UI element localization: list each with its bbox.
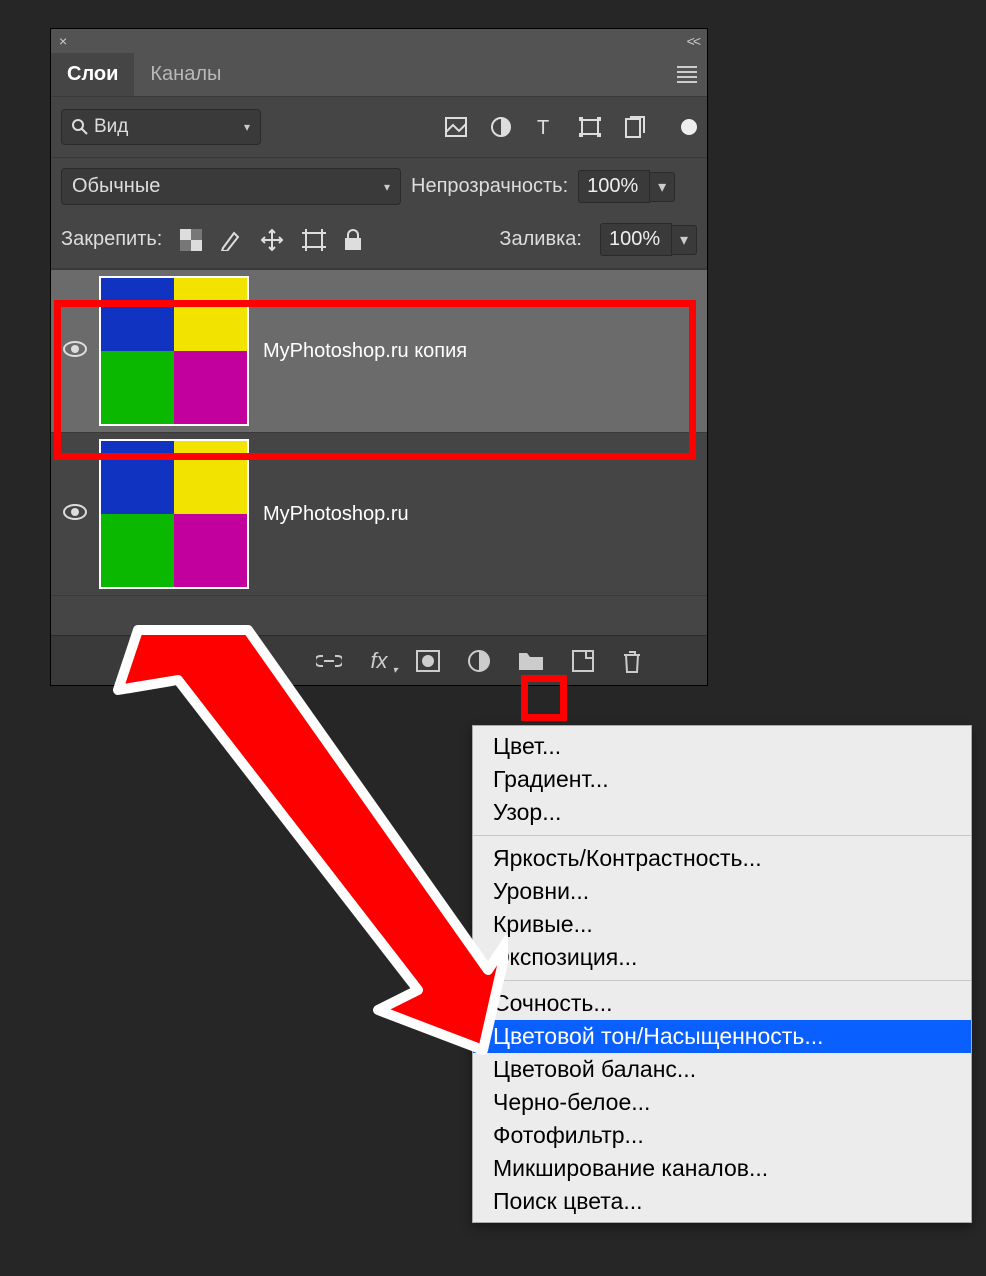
- menu-item[interactable]: Поиск цвета...: [473, 1185, 971, 1218]
- menu-item[interactable]: Экспозиция...: [473, 941, 971, 974]
- blend-opacity-row: Обычные ▾ Непрозрачность: 100% ▾: [51, 158, 707, 215]
- lock-move-icon[interactable]: [260, 228, 284, 252]
- chevron-down-icon: ▾: [384, 180, 390, 194]
- annotation-arrow: [88, 620, 508, 1065]
- lock-all-icon[interactable]: [344, 229, 362, 251]
- fill-input[interactable]: 100% ▾: [600, 223, 697, 256]
- fill-label: Заливка:: [499, 228, 582, 251]
- layer-row[interactable]: MyPhotoshop.ru: [51, 432, 707, 595]
- menu-item[interactable]: Сочность...: [473, 987, 971, 1020]
- tabs-row: Слои Каналы: [51, 53, 707, 96]
- layer-name[interactable]: MyPhotoshop.ru копия: [263, 340, 467, 363]
- menu-item[interactable]: Градиент...: [473, 763, 971, 796]
- visibility-icon[interactable]: [63, 504, 85, 525]
- layers-panel: × << Слои Каналы Вид ▾ T Обычн: [50, 28, 708, 686]
- fill-value[interactable]: 100%: [600, 223, 672, 256]
- group-icon[interactable]: [518, 651, 544, 671]
- menu-item[interactable]: Уровни...: [473, 875, 971, 908]
- lock-artboard-icon[interactable]: [302, 229, 326, 251]
- menu-item[interactable]: Черно-белое...: [473, 1086, 971, 1119]
- smartobject-filter-icon[interactable]: [625, 116, 645, 138]
- lock-transparency-icon[interactable]: [180, 229, 202, 251]
- mask-icon[interactable]: [416, 650, 440, 672]
- layers-list: MyPhotoshop.ru копия MyPhotoshop.ru: [51, 269, 707, 635]
- menu-item[interactable]: Фотофильтр...: [473, 1119, 971, 1152]
- panel-tabs: Слои Каналы: [51, 53, 237, 96]
- lock-paint-icon[interactable]: [220, 229, 242, 251]
- blend-mode-select[interactable]: Обычные ▾: [61, 168, 401, 205]
- tab-channels[interactable]: Каналы: [134, 53, 237, 96]
- chevron-down-icon: ▾: [244, 120, 250, 134]
- filter-label: Вид: [94, 116, 128, 138]
- panel-menu-icon[interactable]: [677, 66, 697, 83]
- layer-name[interactable]: MyPhotoshop.ru: [263, 503, 409, 526]
- lock-label: Закрепить:: [61, 228, 162, 251]
- menu-item[interactable]: Яркость/Контрастность...: [473, 842, 971, 875]
- menu-separator: [473, 980, 971, 981]
- menu-separator: [473, 835, 971, 836]
- close-icon[interactable]: ×: [59, 33, 67, 49]
- opacity-label: Непрозрачность:: [411, 175, 568, 198]
- filter-icons: T: [445, 116, 645, 138]
- adjustment-layer-icon[interactable]: [468, 650, 490, 672]
- adjustment-context-menu: Цвет...Градиент...Узор... Яркость/Контрас…: [472, 725, 972, 1223]
- delete-icon[interactable]: [622, 649, 642, 673]
- adjustment-filter-icon[interactable]: [491, 117, 511, 137]
- blend-mode-value: Обычные: [72, 175, 160, 198]
- search-icon: [72, 119, 88, 135]
- link-icon[interactable]: [316, 654, 342, 668]
- fx-icon[interactable]: fx▾: [370, 648, 387, 674]
- svg-text:T: T: [537, 117, 549, 137]
- new-layer-icon[interactable]: [572, 650, 594, 672]
- menu-item[interactable]: Цветовой баланс...: [473, 1053, 971, 1086]
- menu-item[interactable]: Узор...: [473, 796, 971, 829]
- collapse-icon[interactable]: <<: [687, 33, 699, 49]
- text-filter-icon[interactable]: T: [535, 117, 555, 137]
- layers-footer: fx▾: [51, 635, 707, 685]
- opacity-value[interactable]: 100%: [578, 170, 650, 203]
- lock-row: Закрепить: Заливка: 100% ▾: [51, 215, 707, 269]
- menu-item[interactable]: Кривые...: [473, 908, 971, 941]
- panel-topbar: × <<: [51, 29, 707, 53]
- layer-thumbnail: [99, 439, 249, 589]
- layers-toolbar: Вид ▾ T: [51, 96, 707, 158]
- chevron-down-icon[interactable]: ▾: [650, 172, 675, 202]
- layer-row[interactable]: MyPhotoshop.ru копия: [51, 269, 707, 432]
- menu-item[interactable]: Цветовой тон/Насыщенность...: [473, 1020, 971, 1053]
- menu-item[interactable]: Микширование каналов...: [473, 1152, 971, 1185]
- menu-item[interactable]: Цвет...: [473, 730, 971, 763]
- layer-filter-select[interactable]: Вид ▾: [61, 109, 261, 145]
- tab-layers[interactable]: Слои: [51, 53, 134, 96]
- chevron-down-icon[interactable]: ▾: [672, 225, 697, 255]
- visibility-icon[interactable]: [63, 341, 85, 362]
- filter-toggle[interactable]: [681, 119, 697, 135]
- image-filter-icon[interactable]: [445, 117, 467, 137]
- opacity-input[interactable]: 100% ▾: [578, 170, 675, 203]
- shape-filter-icon[interactable]: [579, 117, 601, 137]
- layer-thumbnail: [99, 276, 249, 426]
